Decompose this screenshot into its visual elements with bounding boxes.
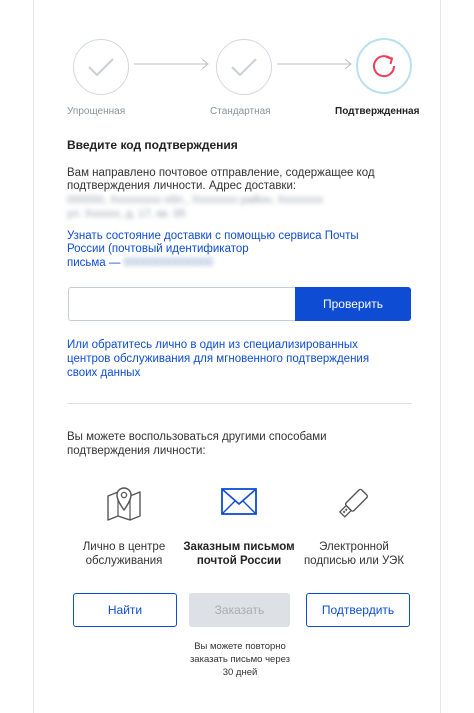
intro-text-line-2: подтверждения личности. Адрес доставки: bbox=[67, 180, 297, 192]
option-label-e-signature: Электронной подписью или УЭК bbox=[303, 541, 405, 567]
service-center-link-line-2[interactable]: центров обслуживания для мгновенного под… bbox=[67, 353, 369, 366]
arrow-right-icon bbox=[134, 58, 209, 70]
confirmation-code-input[interactable] bbox=[68, 287, 295, 321]
verification-card: Упрощенная Стандартная Подтвержденная Вв… bbox=[33, 0, 441, 713]
find-button[interactable]: Найти bbox=[73, 593, 177, 627]
delivery-address-line-1: 000000, Ххххххххх обл., Хххххххх район, … bbox=[67, 194, 324, 206]
step-3-label: Подтвержденная bbox=[335, 106, 420, 117]
option-label-in-person: Лично в центре обслуживания bbox=[82, 541, 166, 567]
option-label-registered-letter: Заказным письмом почтой России bbox=[183, 541, 295, 567]
step-2-check-icon bbox=[216, 39, 272, 95]
check-button[interactable]: Проверить bbox=[295, 287, 411, 321]
progress-steps: Упрощенная Стандартная Подтвержденная bbox=[34, 0, 442, 130]
envelope-icon bbox=[221, 488, 257, 515]
delivery-address-line-2: ул. Хххххх, д. 17, кв. 95 bbox=[67, 208, 186, 220]
arrow-right-icon bbox=[277, 58, 352, 70]
step-2-label: Стандартная bbox=[210, 106, 271, 117]
tracking-id[interactable]: 00000000000000 bbox=[124, 257, 214, 269]
usb-key-icon bbox=[338, 488, 369, 518]
tracking-link-line-1[interactable]: Узнать состояние доставки с помощью серв… bbox=[67, 230, 359, 243]
other-methods-text-line-2: подтверждения личности: bbox=[67, 445, 206, 457]
step-1-check-icon bbox=[73, 39, 129, 95]
step-3-refresh-icon bbox=[356, 38, 412, 94]
section-title: Введите код подтверждения bbox=[67, 138, 238, 152]
service-center-link-line-1[interactable]: Или обратитесь лично в один из специализ… bbox=[67, 339, 358, 352]
reorder-note: Вы можете повторно заказать письмо через… bbox=[189, 641, 291, 678]
intro-text-line-1: Вам направлено почтовое отправление, сод… bbox=[67, 167, 375, 179]
tracking-link-line-3[interactable]: письма — 00000000000000 bbox=[67, 257, 213, 270]
step-1-label: Упрощенная bbox=[67, 106, 126, 117]
confirm-button[interactable]: Подтвердить bbox=[306, 593, 410, 627]
order-button: Заказать bbox=[189, 593, 290, 627]
tracking-link-line-2[interactable]: России (почтовый идентификатор bbox=[67, 243, 249, 256]
tracking-link-prefix[interactable]: письма — bbox=[67, 257, 120, 269]
map-pin-icon bbox=[107, 487, 141, 521]
divider bbox=[67, 403, 412, 404]
service-center-link-line-3[interactable]: своих данных bbox=[67, 367, 140, 380]
other-methods-text-line-1: Вы можете воспользоваться другими способ… bbox=[67, 431, 327, 443]
